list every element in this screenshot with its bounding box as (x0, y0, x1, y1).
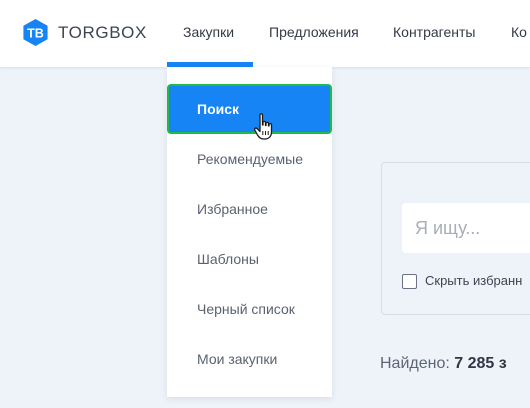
brand-logo[interactable]: TB TORGBOX (21, 18, 147, 47)
found-count: 7 285 з (454, 355, 507, 372)
top-header: TB TORGBOX Закупки Предложения Контраген… (0, 0, 530, 67)
menu-item-search[interactable]: Поиск (167, 84, 332, 134)
hand-pointer-icon (253, 113, 273, 140)
nav-item-offers[interactable]: Предложения (269, 24, 359, 40)
menu-item-my-purchases[interactable]: Мои закупки (167, 334, 332, 384)
menu-item-label: Поиск (197, 101, 240, 117)
results-count: Найдено: 7 285 з (380, 355, 507, 373)
found-label: Найдено: (380, 355, 450, 372)
menu-item-blacklist[interactable]: Черный список (167, 284, 332, 334)
nav-item-more[interactable]: Ко (511, 24, 527, 40)
purchases-dropdown-menu: Поиск Рекомендуемые Избранное Шаблоны Че… (167, 67, 332, 397)
torgbox-logo-icon: TB (23, 18, 48, 47)
nav-item-counterparties[interactable]: Контрагенты (393, 24, 475, 40)
hide-favorites-label: Скрыть избранн (425, 273, 523, 288)
menu-item-label: Рекомендуемые (197, 151, 303, 167)
menu-item-label: Мои закупки (197, 351, 278, 367)
nav-item-purchases[interactable]: Закупки (183, 24, 234, 40)
menu-item-recommended[interactable]: Рекомендуемые (167, 134, 332, 184)
svg-text:TB: TB (27, 26, 44, 40)
menu-item-label: Черный список (197, 301, 295, 317)
menu-item-templates[interactable]: Шаблоны (167, 234, 332, 284)
hide-favorites-checkbox[interactable] (402, 274, 417, 289)
brand-name: TORGBOX (58, 22, 147, 42)
menu-item-favorites[interactable]: Избранное (167, 184, 332, 234)
menu-item-label: Избранное (197, 201, 268, 217)
search-input[interactable] (402, 203, 530, 253)
menu-item-label: Шаблоны (197, 251, 259, 267)
